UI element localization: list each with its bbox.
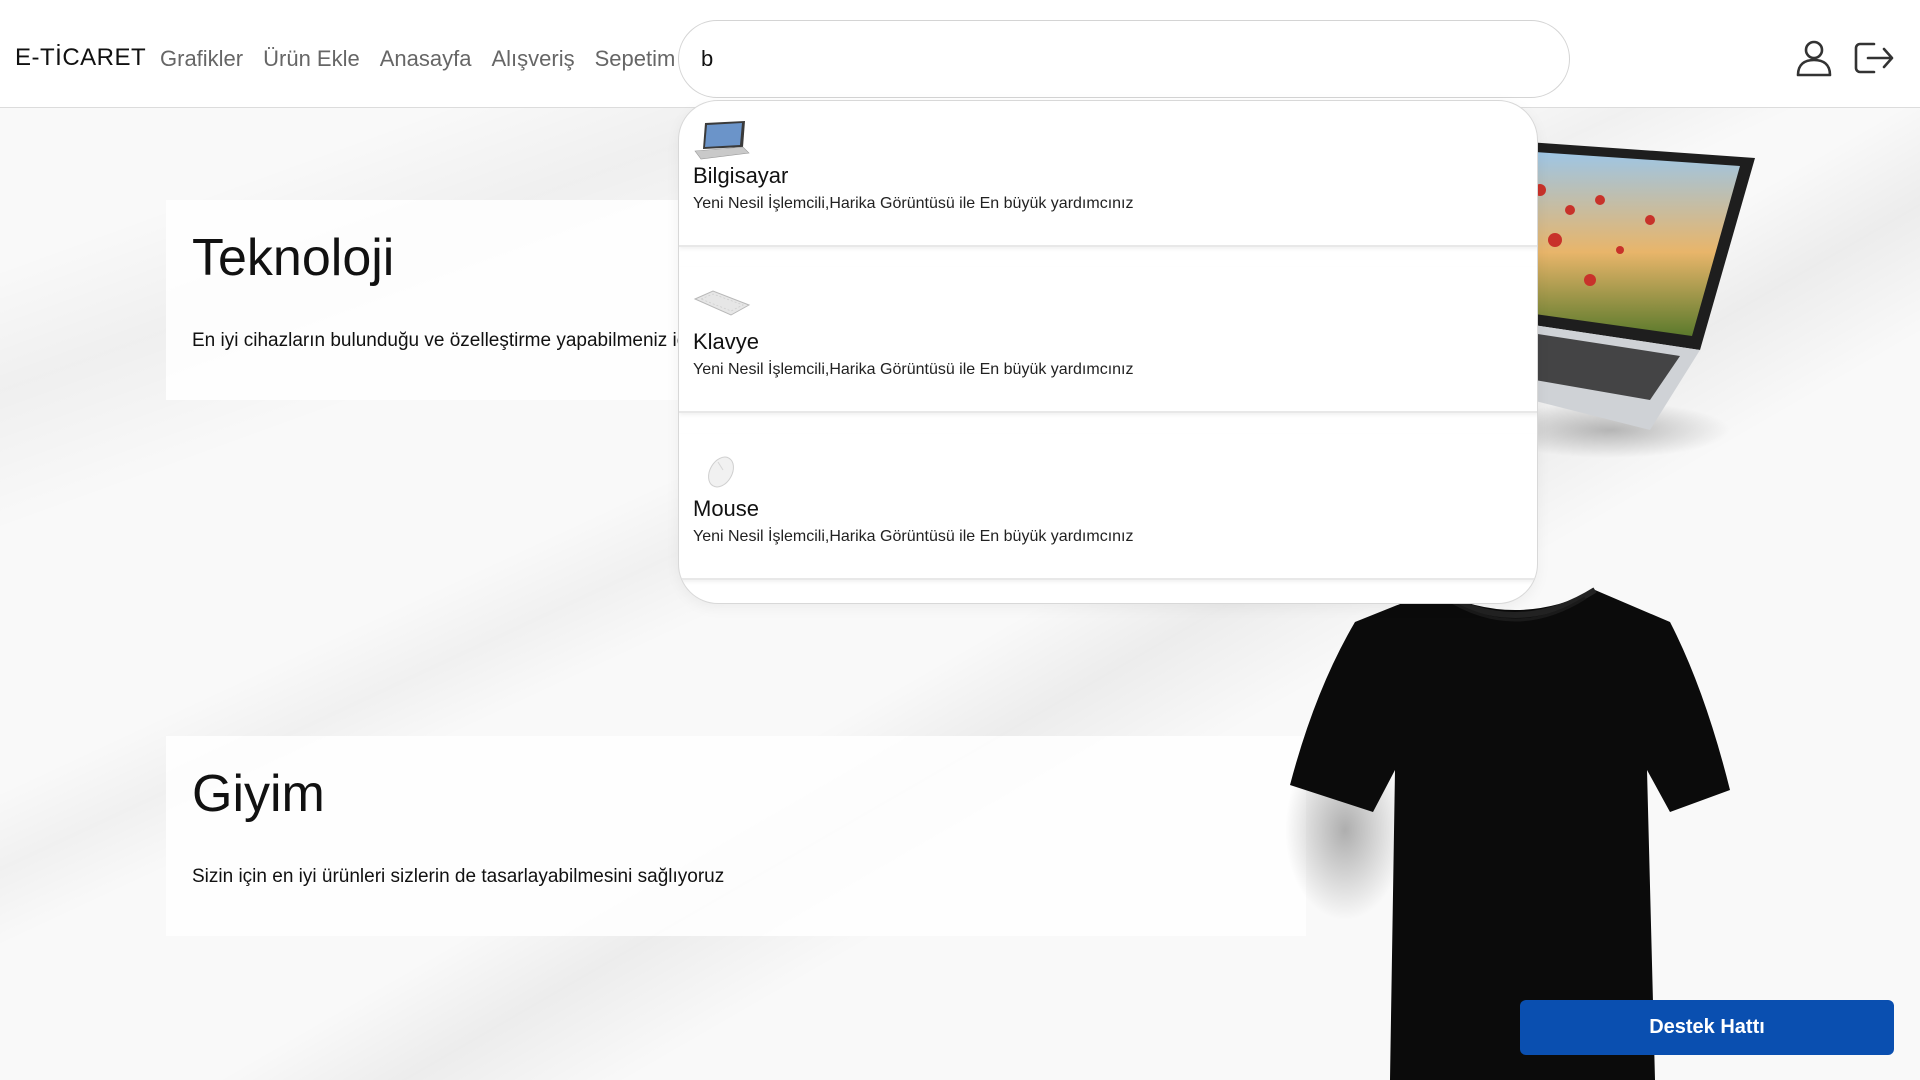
nav-link-grafikler[interactable]: Grafikler bbox=[160, 46, 243, 72]
nav-link-urun-ekle[interactable]: Ürün Ekle bbox=[263, 46, 360, 72]
laptop-product-image bbox=[1500, 140, 1755, 458]
laptop-thumbnail-icon bbox=[694, 121, 750, 160]
section-text: Sizin için en iyi ürünleri sizlerin de t… bbox=[192, 866, 725, 887]
section-title: Teknoloji bbox=[192, 229, 395, 287]
suggestion-name: Bilgisayar bbox=[693, 163, 789, 188]
logout-icon[interactable] bbox=[1852, 38, 1894, 78]
nav-link-sepetim[interactable]: Sepetim bbox=[595, 46, 676, 72]
nav-links: Grafikler Ürün Ekle Anasayfa Alışveriş S… bbox=[160, 46, 675, 72]
navbar: E-TİCARET Grafikler Ürün Ekle Anasayfa A… bbox=[0, 0, 1920, 108]
keyboard-thumbnail-icon bbox=[693, 290, 751, 316]
section-giyim: Giyim Sizin için en iyi ürünleri sizleri… bbox=[166, 736, 1306, 936]
support-hotline-button[interactable]: Destek Hattı bbox=[1520, 1000, 1894, 1055]
section-title: Giyim bbox=[192, 765, 325, 823]
search-suggestions-dropdown: Bilgisayar Yeni Nesil İşlemcili,Harika G… bbox=[678, 100, 1538, 604]
suggestion-desc: Yeni Nesil İşlemcili,Harika Görüntüsü il… bbox=[693, 528, 1134, 545]
suggestion-item-mouse[interactable]: Mouse Yeni Nesil İşlemcili,Harika Görünt… bbox=[679, 434, 1537, 580]
nav-link-alisveris[interactable]: Alışveriş bbox=[491, 46, 574, 72]
brand-logo[interactable]: E-TİCARET bbox=[15, 44, 146, 72]
suggestion-item-klavye[interactable]: Klavye Yeni Nesil İşlemcili,Harika Görün… bbox=[679, 267, 1537, 413]
suggestion-name: Mouse bbox=[693, 496, 760, 521]
suggestion-desc: Yeni Nesil İşlemcili,Harika Görüntüsü il… bbox=[693, 195, 1134, 212]
search-input[interactable] bbox=[701, 39, 1541, 79]
search-box[interactable] bbox=[678, 20, 1570, 98]
section-text: En iyi cihazların bulunduğu ve özelleşti… bbox=[192, 330, 702, 351]
suggestion-name: Klavye bbox=[693, 329, 760, 354]
user-icon[interactable] bbox=[1794, 38, 1834, 78]
suggestion-item-bilgisayar[interactable]: Bilgisayar Yeni Nesil İşlemcili,Harika G… bbox=[679, 101, 1537, 247]
suggestion-desc: Yeni Nesil İşlemcili,Harika Görüntüsü il… bbox=[693, 361, 1134, 378]
mouse-thumbnail-icon bbox=[708, 456, 734, 488]
nav-link-anasayfa[interactable]: Anasayfa bbox=[380, 46, 472, 72]
